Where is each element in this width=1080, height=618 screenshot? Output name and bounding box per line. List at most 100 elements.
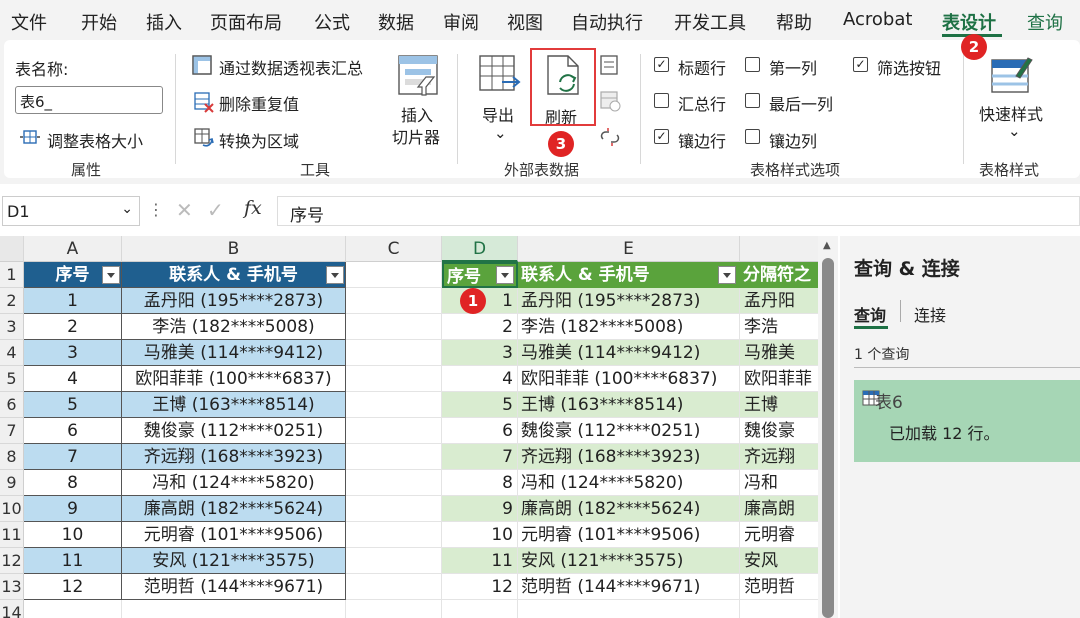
- empty-cell[interactable]: [346, 262, 442, 288]
- row-header[interactable]: 4: [0, 340, 24, 366]
- menu-data[interactable]: 数据: [378, 9, 414, 35]
- last-column-checkbox[interactable]: [745, 93, 760, 108]
- formula-input[interactable]: 序号: [277, 196, 1080, 226]
- table-cell[interactable]: 1: [24, 288, 122, 314]
- remove-duplicates-button[interactable]: 删除重复值: [219, 91, 299, 115]
- empty-cell[interactable]: [346, 600, 442, 618]
- empty-cell[interactable]: [346, 418, 442, 444]
- filter-dropdown-icon[interactable]: [718, 266, 736, 284]
- row-header[interactable]: 8: [0, 444, 24, 470]
- menu-page-layout[interactable]: 页面布局: [210, 9, 282, 35]
- insert-slicer-button-line2[interactable]: 切片器: [392, 124, 440, 148]
- cancel-icon[interactable]: ✕: [176, 198, 193, 222]
- table-cell[interactable]: 安风 (121****3575): [122, 548, 346, 574]
- menu-developer[interactable]: 开发工具: [674, 9, 746, 35]
- table-cell[interactable]: 元明睿: [740, 522, 822, 548]
- table-cell[interactable]: 魏俊豪: [740, 418, 822, 444]
- tab-connections[interactable]: 连接: [914, 302, 946, 326]
- row-header[interactable]: 5: [0, 366, 24, 392]
- table-cell[interactable]: 冯和: [740, 470, 822, 496]
- table-cell[interactable]: 齐远翔 (168****3923): [122, 444, 346, 470]
- table-cell[interactable]: 2: [442, 314, 518, 340]
- select-all-corner[interactable]: [0, 236, 24, 262]
- empty-cell[interactable]: [346, 444, 442, 470]
- row-header[interactable]: 13: [0, 574, 24, 600]
- table-cell[interactable]: 王博: [740, 392, 822, 418]
- row-header[interactable]: 2: [0, 288, 24, 314]
- table-cell[interactable]: 3: [24, 340, 122, 366]
- menu-formulas[interactable]: 公式: [314, 9, 350, 35]
- table-cell[interactable]: 范明哲 (144****9671): [518, 574, 740, 600]
- row-header[interactable]: 11: [0, 522, 24, 548]
- scroll-up-icon[interactable]: ▲: [823, 240, 831, 251]
- column-header-e[interactable]: E: [518, 236, 740, 262]
- table-cell[interactable]: 9: [24, 496, 122, 522]
- table-cell[interactable]: 4: [24, 366, 122, 392]
- table-cell[interactable]: 马雅美: [740, 340, 822, 366]
- table-cell[interactable]: 孟丹阳: [740, 288, 822, 314]
- empty-cell[interactable]: [346, 340, 442, 366]
- filter-dropdown-icon[interactable]: [326, 266, 344, 284]
- row-header[interactable]: 6: [0, 392, 24, 418]
- table-cell[interactable]: 李浩 (182****5008): [122, 314, 346, 340]
- table-cell[interactable]: 魏俊豪 (112****0251): [518, 418, 740, 444]
- convert-to-range-button[interactable]: 转换为区域: [219, 128, 299, 152]
- menu-view[interactable]: 视图: [507, 9, 543, 35]
- table-cell[interactable]: 5: [24, 392, 122, 418]
- filter-button-checkbox[interactable]: ✓: [853, 57, 868, 72]
- empty-cell[interactable]: [346, 366, 442, 392]
- menu-review[interactable]: 审阅: [443, 9, 479, 35]
- filter-dropdown-icon[interactable]: [102, 266, 120, 284]
- table-cell[interactable]: 李浩: [740, 314, 822, 340]
- enter-icon[interactable]: ✓: [207, 198, 224, 222]
- table-cell[interactable]: 12: [442, 574, 518, 600]
- menu-home[interactable]: 开始: [81, 9, 117, 35]
- table-cell[interactable]: 元明睿 (101****9506): [122, 522, 346, 548]
- empty-cell[interactable]: [346, 314, 442, 340]
- empty-cell[interactable]: [346, 392, 442, 418]
- scroll-thumb[interactable]: [822, 258, 834, 618]
- row-header[interactable]: 14: [0, 600, 24, 618]
- table-cell[interactable]: 9: [442, 496, 518, 522]
- table-cell[interactable]: 8: [24, 470, 122, 496]
- table-cell[interactable]: 王博 (163****8514): [518, 392, 740, 418]
- table2-header-cell[interactable]: 分隔符之: [740, 262, 822, 288]
- total-row-checkbox[interactable]: [654, 93, 669, 108]
- table-cell[interactable]: 马雅美 (114****9412): [122, 340, 346, 366]
- empty-cell[interactable]: [346, 548, 442, 574]
- table-cell[interactable]: 齐远翔 (168****3923): [518, 444, 740, 470]
- table-cell[interactable]: 廉高朗 (182****5624): [518, 496, 740, 522]
- unlink-icon[interactable]: [599, 127, 621, 147]
- open-in-browser-icon[interactable]: [599, 90, 621, 112]
- table-cell[interactable]: 王博 (163****8514): [122, 392, 346, 418]
- menu-insert[interactable]: 插入: [146, 9, 182, 35]
- row-header[interactable]: 10: [0, 496, 24, 522]
- table-cell[interactable]: 7: [442, 444, 518, 470]
- table-cell[interactable]: 孟丹阳 (195****2873): [518, 288, 740, 314]
- column-header-c[interactable]: C: [346, 236, 442, 262]
- row-header[interactable]: 7: [0, 418, 24, 444]
- more-options-icon[interactable]: ⋮: [148, 200, 164, 219]
- table-cell[interactable]: 3: [442, 340, 518, 366]
- table-cell[interactable]: 欧阳菲菲 (100****6837): [518, 366, 740, 392]
- menu-file[interactable]: 文件: [11, 9, 47, 35]
- menu-help[interactable]: 帮助: [776, 9, 812, 35]
- table-cell[interactable]: 马雅美 (114****9412): [518, 340, 740, 366]
- table-cell[interactable]: 8: [442, 470, 518, 496]
- empty-cell[interactable]: [346, 470, 442, 496]
- empty-cell[interactable]: [122, 600, 346, 618]
- vertical-scrollbar[interactable]: ▲: [818, 236, 838, 618]
- table-cell[interactable]: 6: [442, 418, 518, 444]
- table-cell[interactable]: 魏俊豪 (112****0251): [122, 418, 346, 444]
- table-cell[interactable]: 7: [24, 444, 122, 470]
- empty-cell[interactable]: [346, 496, 442, 522]
- row-header[interactable]: 3: [0, 314, 24, 340]
- empty-cell[interactable]: [346, 522, 442, 548]
- menu-automate[interactable]: 自动执行: [571, 9, 643, 35]
- menu-table-design[interactable]: 表设计: [942, 9, 996, 35]
- row-header[interactable]: 12: [0, 548, 24, 574]
- table-cell[interactable]: 2: [24, 314, 122, 340]
- column-header-f[interactable]: [740, 236, 822, 262]
- column-header-b[interactable]: B: [122, 236, 346, 262]
- insert-function-icon[interactable]: fx: [244, 197, 262, 219]
